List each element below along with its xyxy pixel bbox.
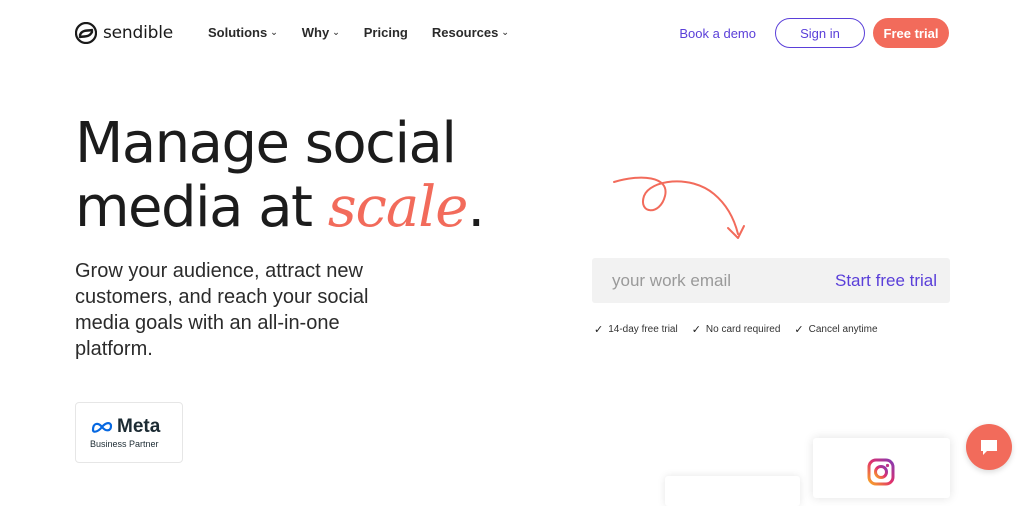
perk-item: ✓ 14-day free trial xyxy=(594,323,678,336)
email-input[interactable] xyxy=(592,257,835,304)
check-icon: ✓ xyxy=(594,324,604,336)
chevron-down-icon: ⌄ xyxy=(501,27,509,37)
meta-word: Meta xyxy=(117,416,161,437)
start-free-trial-button[interactable]: Start free trial xyxy=(835,271,956,291)
free-trial-button[interactable]: Free trial xyxy=(873,18,949,48)
logo[interactable]: sendible xyxy=(75,22,173,44)
chevron-down-icon: ⌄ xyxy=(270,27,278,37)
title-suffix: . xyxy=(467,175,485,240)
nav-label: Pricing xyxy=(363,25,408,40)
meta-partner-badge: Meta Business Partner xyxy=(75,402,183,463)
sendible-logo-icon xyxy=(75,22,97,44)
meta-logo: Meta xyxy=(90,416,182,438)
meta-sub: Business Partner xyxy=(90,439,159,449)
nav-resources[interactable]: Resources ⌄ xyxy=(432,25,509,40)
check-icon: ✓ xyxy=(691,324,701,336)
curly-arrow-icon xyxy=(613,176,745,239)
nav-why[interactable]: Why ⌄ xyxy=(302,25,340,40)
meta-infinity-icon xyxy=(91,422,113,433)
check-icon: ✓ xyxy=(794,324,804,336)
signup-form: Start free trial xyxy=(592,257,950,304)
perk-label: Cancel anytime xyxy=(808,324,878,335)
main-nav: Solutions ⌄ Why ⌄ Pricing Resources ⌄ xyxy=(208,25,533,40)
perks-list: ✓ 14-day free trial ✓ No card required ✓… xyxy=(594,323,892,336)
preview-card xyxy=(665,476,800,506)
hero-subtitle: Grow your audience, attract new customer… xyxy=(75,260,369,360)
title-accent: scale xyxy=(327,175,469,240)
nav-pricing[interactable]: Pricing xyxy=(364,25,408,40)
perk-item: ✓ Cancel anytime xyxy=(794,323,877,336)
header-actions: Book a demo Sign in Free trial xyxy=(679,18,949,48)
page-title: Manage social media at scale. xyxy=(75,111,485,240)
title-line-2-prefix: media at xyxy=(75,175,328,240)
nav-label: Resources xyxy=(431,25,499,40)
perk-label: 14-day free trial xyxy=(608,324,678,335)
logo-text: sendible xyxy=(103,23,173,43)
chevron-down-icon: ⌄ xyxy=(332,27,340,37)
sign-in-button[interactable]: Sign in xyxy=(775,18,865,48)
book-demo-link[interactable]: Book a demo xyxy=(679,26,756,41)
nav-label: Solutions xyxy=(208,25,268,40)
perk-label: No card required xyxy=(705,324,781,335)
nav-label: Why xyxy=(301,25,330,40)
chat-button[interactable] xyxy=(966,424,1012,470)
chat-icon xyxy=(981,440,997,455)
perk-item: ✓ No card required xyxy=(692,323,781,336)
title-line-1: Manage social xyxy=(75,111,457,176)
nav-solutions[interactable]: Solutions ⌄ xyxy=(208,25,278,40)
